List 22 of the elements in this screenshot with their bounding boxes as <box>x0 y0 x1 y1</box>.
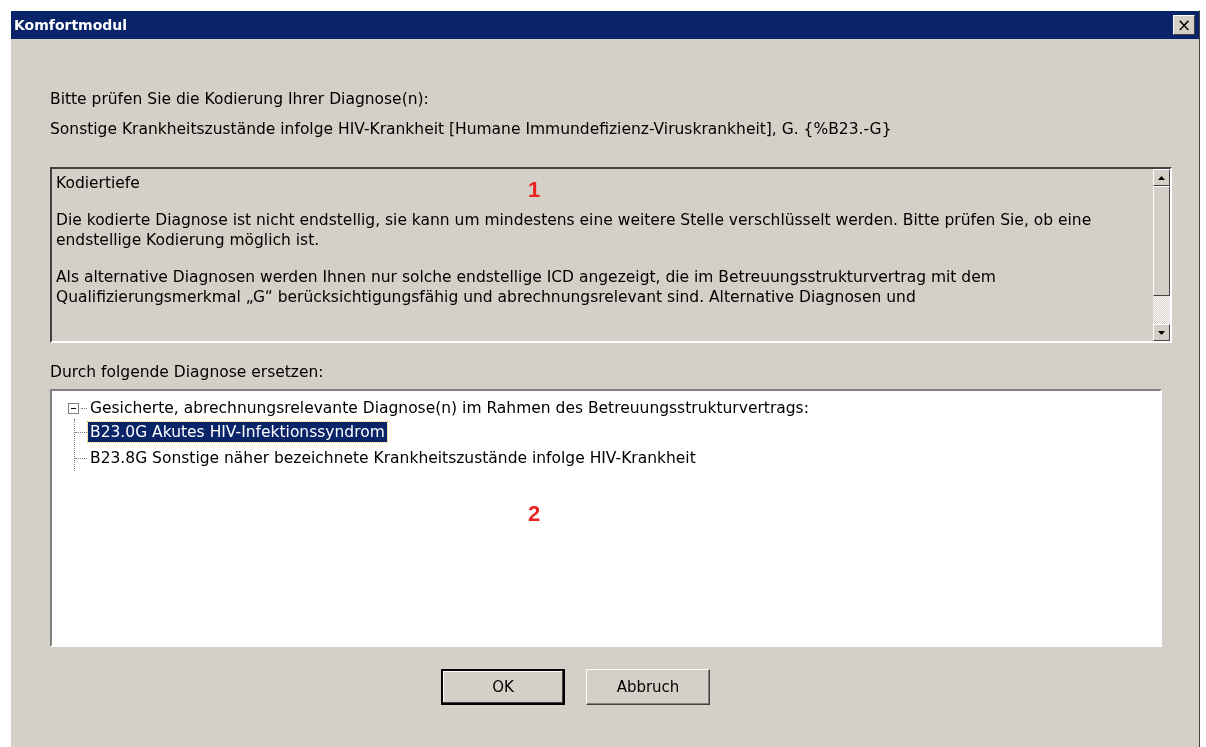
down-arrow-icon <box>1158 330 1165 335</box>
diagnosis-text: Sonstige Krankheitszustände infolge HIV-Krankheit [Humane Immundefizienz-Viruskrankheit], G. {%B23.-G} <box>50 119 892 140</box>
collapse-icon[interactable] <box>68 402 79 414</box>
dialog-button[interactable]: Abbruch <box>586 669 710 705</box>
info-text: Kodiertiefe <box>56 173 140 193</box>
prompt-text: Bitte prüfen Sie die Kodierung Ihrer Diagnose(n): <box>50 89 429 110</box>
tree-item[interactable]: B23.0G Akutes HIV-Infektionssyndrom <box>88 422 387 442</box>
scrollbar[interactable] <box>1153 169 1170 341</box>
up-arrow-icon <box>1158 175 1165 180</box>
info-text: Die kodierte Diagnose ist nicht endstellig, sie kann um mindestens eine weitere Stelle verschlüsselt werden. Bitte prüfen Sie, ob eine endstellige Kodierung möglich ist. <box>56 210 1093 250</box>
scroll-down-button[interactable] <box>1153 324 1170 341</box>
scroll-thumb[interactable] <box>1153 186 1170 296</box>
info-text: Als alternative Diagnosen werden Ihnen nur solche endstellige ICD angezeigt, die im Betreuungsstrukturvertrag mit dem Qualifizierungsmerkmal „G“ berücksichtigungsfähig und abrechnungsrelevant sind. Alternative Diagnosen und <box>56 267 997 307</box>
close-button[interactable]: × <box>1173 15 1195 35</box>
replace-label: Durch folgende Diagnose ersetzen: <box>50 363 324 383</box>
scroll-up-button[interactable] <box>1153 169 1170 186</box>
annotation-marker: 1 <box>528 177 541 203</box>
window-title: Komfortmodul <box>14 17 128 33</box>
tree-item[interactable]: B23.8G Sonstige näher bezeichnete Krankheitszustände infolge HIV-Krankheit <box>88 448 698 468</box>
dialog-button[interactable]: OK <box>441 669 565 705</box>
tree-item[interactable]: Gesicherte, abrechnungsrelevante Diagnose(n) im Rahmen des Betreuungsstrukturvertrags: <box>88 398 811 418</box>
annotation-marker: 2 <box>528 501 541 527</box>
